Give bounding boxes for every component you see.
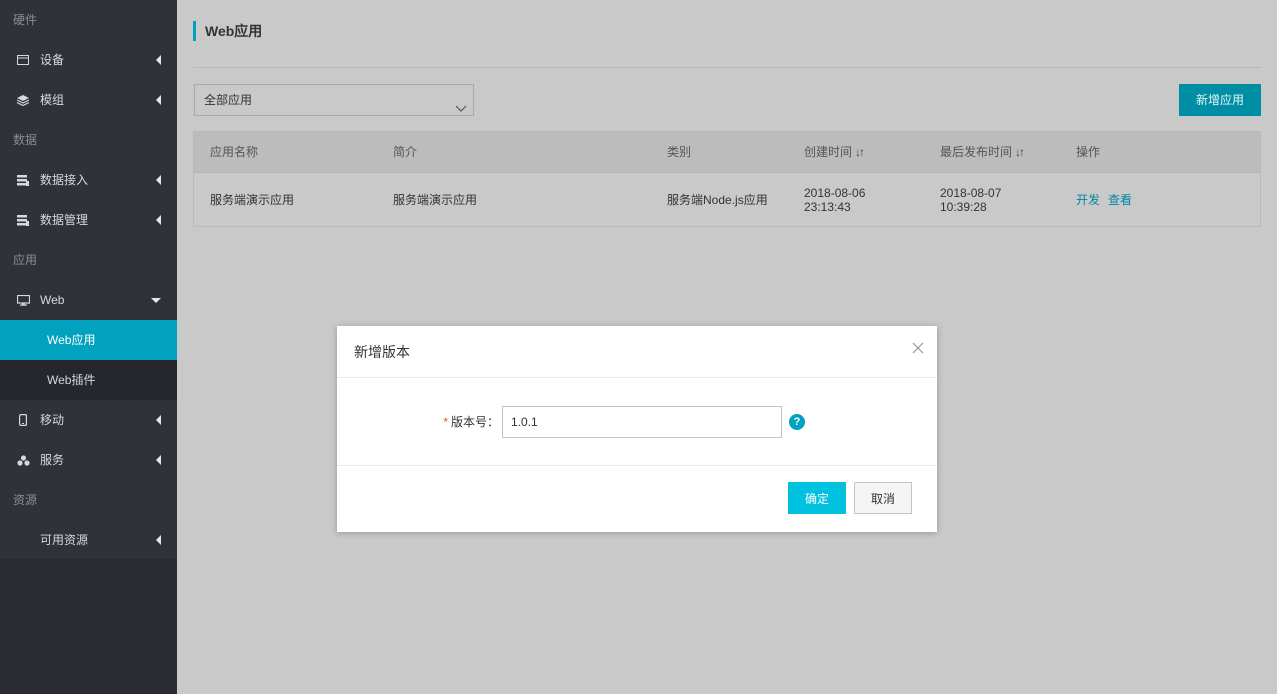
col-header-created[interactable]: 创建时间 ↓↑ xyxy=(804,132,865,172)
view-link[interactable]: 查看 xyxy=(1108,193,1132,207)
monitor-icon xyxy=(16,280,30,320)
database-icon xyxy=(16,160,30,200)
caret-left-icon xyxy=(156,40,161,80)
sort-icon[interactable]: ↓↑ xyxy=(1015,145,1025,159)
caret-left-icon xyxy=(156,440,161,480)
sidebar-item-label: 数据管理 xyxy=(40,213,89,227)
mobile-icon xyxy=(16,400,30,440)
app-filter-select[interactable]: 全部应用 xyxy=(194,84,474,116)
sidebar-item-label: 设备 xyxy=(40,53,65,67)
sidebar-item-label: 服务 xyxy=(40,453,65,467)
version-field-label-text: 版本号： xyxy=(450,415,499,429)
cell-intro: 服务端演示应用 xyxy=(393,192,478,207)
dialog-header: 新增版本 xyxy=(337,326,937,378)
apps-table: 应用名称 简介 类别 创建时间 ↓↑ 最后发布时间 ↓↑ 操作 服务端演示应用 … xyxy=(193,131,1261,227)
version-field-label: * 版本号： xyxy=(439,378,499,466)
sidebar-subitem-web-apps[interactable]: Web应用 xyxy=(0,320,177,360)
cell-category: 服务端Node.js应用 xyxy=(667,192,768,207)
sidebar-item-label: 可用资源 xyxy=(40,533,89,547)
col-header-intro: 简介 xyxy=(393,145,418,159)
device-icon xyxy=(16,40,30,80)
sidebar-item-label: 模组 xyxy=(40,93,65,107)
database-icon xyxy=(16,200,30,240)
col-header-name: 应用名称 xyxy=(210,145,259,159)
dialog-footer: 确定 取消 xyxy=(337,466,937,531)
table-header: 应用名称 简介 类别 创建时间 ↓↑ 最后发布时间 ↓↑ 操作 xyxy=(194,132,1260,172)
sidebar-section-data: 数据 xyxy=(0,120,177,160)
confirm-button[interactable]: 确定 xyxy=(788,482,846,514)
version-input[interactable] xyxy=(502,406,782,438)
sidebar-item-device[interactable]: 设备 xyxy=(0,40,177,80)
caret-left-icon xyxy=(156,200,161,240)
cluster-icon xyxy=(16,440,30,480)
sidebar-item-available-resources[interactable]: 可用资源 xyxy=(0,520,177,560)
chevron-down-icon xyxy=(455,94,467,112)
page-title: Web应用 xyxy=(193,20,262,42)
cancel-button[interactable]: 取消 xyxy=(854,482,912,514)
sidebar-item-data-manage[interactable]: 数据管理 xyxy=(0,200,177,240)
sort-icon[interactable]: ↓↑ xyxy=(855,145,865,159)
sidebar-section-hardware: 硬件 xyxy=(0,0,177,40)
app-filter-value: 全部应用 xyxy=(204,93,253,107)
sidebar-subitem-web-plugins[interactable]: Web插件 xyxy=(0,360,177,400)
develop-link[interactable]: 开发 xyxy=(1076,193,1100,207)
add-version-dialog: 新增版本 *版本号： 确定 取消 ? xyxy=(337,326,937,532)
sidebar-section-resources: 资源 xyxy=(0,480,177,520)
cell-created: 2018-08-06 23:13:43 xyxy=(804,185,866,214)
cell-name: 服务端演示应用 xyxy=(210,192,295,207)
sidebar: 硬件 设备 模组 数据 数据接入 数据管理 应用 Web Web应用 Web插件… xyxy=(0,0,177,694)
col-header-category: 类别 xyxy=(667,145,692,159)
sidebar-item-module[interactable]: 模组 xyxy=(0,80,177,120)
required-star-icon: * xyxy=(443,415,448,429)
table-row: 服务端演示应用 服务端演示应用 服务端Node.js应用 2018-08-06 … xyxy=(194,172,1260,226)
sidebar-item-service[interactable]: 服务 xyxy=(0,440,177,480)
col-header-published[interactable]: 最后发布时间 ↓↑ xyxy=(940,132,1025,172)
sidebar-item-label: Web xyxy=(40,293,65,307)
sidebar-item-mobile[interactable]: 移动 xyxy=(0,400,177,440)
close-icon[interactable] xyxy=(911,341,925,355)
caret-left-icon xyxy=(156,520,161,560)
cell-actions: 开发 查看 xyxy=(1076,173,1140,226)
col-header-label: 最后发布时间 xyxy=(940,145,1013,159)
sidebar-section-apps: 应用 xyxy=(0,240,177,280)
sidebar-item-label: 数据接入 xyxy=(40,173,89,187)
caret-left-icon xyxy=(156,160,161,200)
caret-left-icon xyxy=(156,80,161,120)
sidebar-item-label: 移动 xyxy=(40,413,65,427)
dialog-title: 新增版本 xyxy=(354,344,410,360)
sidebar-item-data-access[interactable]: 数据接入 xyxy=(0,160,177,200)
add-app-button[interactable]: 新增应用 xyxy=(1179,84,1261,116)
sidebar-empty-area xyxy=(0,559,177,694)
col-header-label: 创建时间 xyxy=(804,145,853,159)
sidebar-item-web[interactable]: Web xyxy=(0,280,177,320)
cell-published: 2018-08-07 10:39:28 xyxy=(940,185,1002,214)
help-icon[interactable]: ? xyxy=(789,414,805,430)
dialog-body: * 版本号： xyxy=(337,378,937,466)
caret-down-icon xyxy=(151,280,161,320)
caret-left-icon xyxy=(156,400,161,440)
layers-icon xyxy=(16,80,30,120)
title-divider xyxy=(193,67,1261,68)
col-header-actions: 操作 xyxy=(1076,145,1101,159)
